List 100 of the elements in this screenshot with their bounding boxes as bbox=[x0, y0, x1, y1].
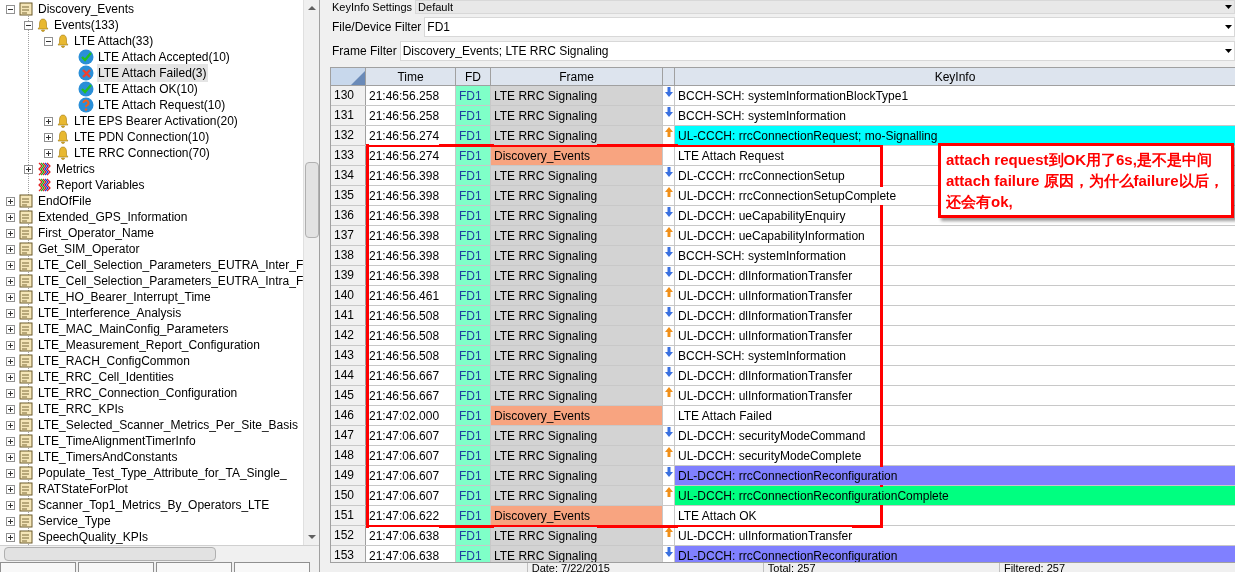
filter-label: File/Device Filter bbox=[331, 19, 422, 36]
tree-item[interactable]: LTE_Cell_Selection_Parameters_EUTRA_Inter_F bbox=[37, 256, 303, 274]
row-number: 133 bbox=[331, 146, 366, 165]
table-cell: FD1 bbox=[456, 306, 491, 325]
column-header[interactable]: Frame bbox=[491, 68, 663, 85]
expand-toggle-icon[interactable] bbox=[6, 340, 15, 350]
bottom-tab[interactable] bbox=[234, 562, 310, 572]
column-header[interactable]: KeyInfo bbox=[675, 68, 1235, 85]
expand-toggle-icon[interactable] bbox=[6, 196, 15, 206]
tree-item[interactable]: LTE_Interference_Analysis bbox=[37, 304, 183, 322]
tree-item[interactable]: LTE Attach Failed(3) bbox=[97, 64, 208, 82]
scrollbar-thumb[interactable] bbox=[304, 162, 319, 238]
tree-item[interactable]: LTE_RACH_ConfigCommon bbox=[37, 352, 191, 370]
tree-item[interactable]: LTE EPS Bearer Activation(20) bbox=[73, 112, 239, 130]
filter-dropdown[interactable]: Default bbox=[415, 0, 1235, 14]
filter-dropdown[interactable]: Discovery_Events; LTE RRC Signaling bbox=[399, 41, 1235, 61]
bottom-tab[interactable] bbox=[156, 562, 232, 572]
expand-toggle-icon[interactable] bbox=[44, 148, 53, 158]
row-number: 145 bbox=[331, 386, 366, 405]
row-number: 140 bbox=[331, 286, 366, 305]
expand-toggle-icon[interactable] bbox=[6, 356, 15, 366]
table-cell: FD1 bbox=[456, 446, 491, 465]
tree-item[interactable]: Scanner_Top1_Metrics_By_Operators_LTE bbox=[37, 496, 271, 514]
expand-toggle-icon[interactable] bbox=[6, 276, 15, 286]
expand-toggle-icon[interactable] bbox=[6, 516, 15, 526]
tree-item[interactable]: RATStateForPlot bbox=[37, 480, 129, 498]
expand-toggle-icon[interactable] bbox=[6, 500, 15, 510]
expand-toggle-icon[interactable] bbox=[24, 164, 33, 174]
down-arrow-icon bbox=[664, 207, 673, 217]
tree-item[interactable]: Populate_Test_Type_Attribute_for_TA_Single_ bbox=[37, 464, 288, 482]
tree-item[interactable]: LTE_HO_Bearer_Interrupt_Time bbox=[37, 288, 212, 306]
filter-label: KeyInfo Settings bbox=[331, 0, 413, 15]
tree-item[interactable]: LTE_Cell_Selection_Parameters_EUTRA_Intra_F bbox=[37, 272, 303, 290]
tree-item[interactable]: Metrics bbox=[55, 160, 96, 178]
script-file-icon bbox=[18, 274, 34, 288]
bottom-tab[interactable] bbox=[0, 562, 76, 572]
tree-item[interactable]: Get_SIM_Operator bbox=[37, 240, 141, 258]
expand-toggle-icon[interactable] bbox=[6, 244, 15, 254]
expand-toggle-icon[interactable] bbox=[6, 420, 15, 430]
script-file-icon bbox=[18, 530, 34, 544]
tree-item[interactable]: LTE_RRC_Connection_Configuration bbox=[37, 384, 239, 402]
script-file-icon bbox=[18, 498, 34, 512]
tree-item[interactable]: LTE_Selected_Scanner_Metrics_Per_Site_Basis bbox=[37, 416, 299, 434]
expand-toggle-icon[interactable] bbox=[6, 404, 15, 414]
tree-item[interactable]: LTE Attach(33) bbox=[73, 32, 155, 50]
table-cell: FD1 bbox=[456, 486, 491, 505]
expand-toggle-icon[interactable] bbox=[6, 212, 15, 222]
expand-toggle-icon[interactable] bbox=[6, 260, 15, 270]
expand-toggle-icon[interactable] bbox=[6, 452, 15, 462]
tree-item[interactable]: LTE Attach Accepted(10) bbox=[97, 48, 231, 66]
tree-item[interactable]: Service_Type bbox=[37, 512, 112, 530]
horizontal-scrollbar[interactable] bbox=[0, 545, 319, 562]
dropdown-caret-icon bbox=[1225, 25, 1232, 29]
filter-label: Frame Filter bbox=[331, 43, 397, 60]
expand-toggle-icon[interactable] bbox=[6, 228, 15, 238]
collapse-toggle-icon[interactable] bbox=[6, 4, 15, 14]
expand-toggle-icon[interactable] bbox=[6, 532, 15, 542]
table-cell: FD1 bbox=[456, 346, 491, 365]
scrollbar-thumb[interactable] bbox=[4, 547, 216, 561]
tree-item[interactable]: LTE_MAC_MainConfig_Parameters bbox=[37, 320, 230, 338]
tree-item[interactable]: First_Operator_Name bbox=[37, 224, 156, 242]
expand-toggle-icon[interactable] bbox=[6, 388, 15, 398]
up-arrow-icon bbox=[664, 287, 673, 297]
expand-toggle-icon[interactable] bbox=[6, 468, 15, 478]
tree-item[interactable]: LTE_TimeAlignmentTimerInfo bbox=[37, 432, 197, 450]
status-text: Total: 257 bbox=[762, 563, 999, 572]
tree-item[interactable]: Events(133) bbox=[53, 16, 120, 34]
collapse-toggle-icon[interactable] bbox=[24, 20, 33, 30]
script-file-icon bbox=[18, 2, 34, 16]
expand-toggle-icon[interactable] bbox=[6, 308, 15, 318]
tree-item[interactable]: LTE_RRC_KPIs bbox=[37, 400, 125, 418]
expand-toggle-icon[interactable] bbox=[44, 132, 53, 142]
expand-toggle-icon[interactable] bbox=[44, 116, 53, 126]
tree-item[interactable]: LTE Attach OK(10) bbox=[97, 80, 199, 98]
tree-item[interactable]: LTE_TimersAndConstants bbox=[37, 448, 179, 466]
expand-toggle-icon[interactable] bbox=[6, 292, 15, 302]
column-header[interactable]: Time bbox=[366, 68, 456, 85]
tree-item[interactable]: EndOfFile bbox=[37, 192, 93, 210]
table-cell: FD1 bbox=[456, 226, 491, 245]
tree-item[interactable]: LTE Attach Request(10) bbox=[97, 96, 227, 114]
tree-item[interactable]: LTE_Measurement_Report_Configuration bbox=[37, 336, 261, 354]
script-file-icon bbox=[18, 450, 34, 464]
column-header[interactable]: FD bbox=[456, 68, 491, 85]
tree-item[interactable]: LTE RRC Connection(70) bbox=[73, 144, 211, 162]
expand-toggle-icon[interactable] bbox=[6, 484, 15, 494]
expand-toggle-icon[interactable] bbox=[6, 372, 15, 382]
tree-item[interactable]: SpeechQuality_KPIs bbox=[37, 528, 150, 545]
tree-item[interactable]: Discovery_Events bbox=[37, 0, 136, 18]
tree-item[interactable]: LTE_RRC_Cell_Identities bbox=[37, 368, 175, 386]
squiggle-lines-icon bbox=[36, 161, 52, 177]
filter-dropdown[interactable]: FD1 bbox=[424, 17, 1235, 37]
bottom-tab[interactable] bbox=[78, 562, 154, 572]
tree-item[interactable]: LTE PDN Connection(10) bbox=[73, 128, 211, 146]
tree-item[interactable]: Report Variables bbox=[55, 176, 146, 194]
collapse-toggle-icon[interactable] bbox=[44, 36, 53, 46]
tree-item[interactable]: Extended_GPS_Information bbox=[37, 208, 189, 226]
script-file-icon bbox=[18, 226, 34, 240]
expand-toggle-icon[interactable] bbox=[6, 436, 15, 446]
expand-toggle-icon[interactable] bbox=[6, 324, 15, 334]
vertical-scrollbar[interactable] bbox=[303, 0, 319, 545]
